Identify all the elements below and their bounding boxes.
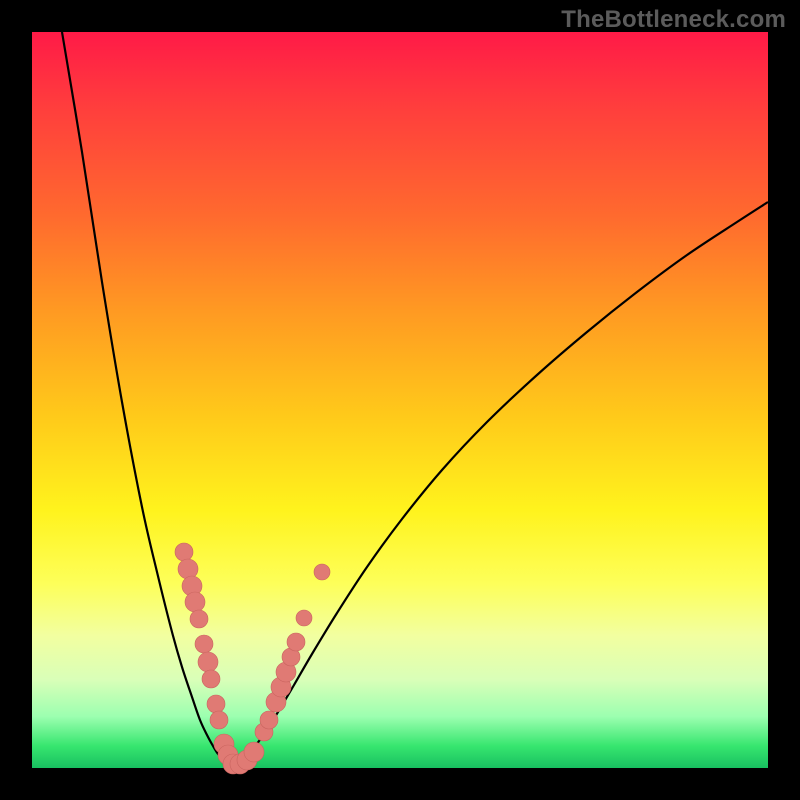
- data-marker: [190, 610, 208, 628]
- data-marker: [207, 695, 225, 713]
- watermark-text: TheBottleneck.com: [561, 6, 786, 34]
- data-marker: [202, 670, 220, 688]
- data-markers-group: [175, 543, 330, 774]
- chart-frame: TheBottleneck.com: [0, 0, 800, 800]
- data-marker: [314, 564, 330, 580]
- data-marker: [198, 652, 218, 672]
- data-marker: [178, 559, 198, 579]
- data-marker: [185, 592, 205, 612]
- plot-area: [32, 32, 768, 768]
- chart-svg: [32, 32, 768, 768]
- data-marker: [287, 633, 305, 651]
- data-marker: [210, 711, 228, 729]
- data-marker: [175, 543, 193, 561]
- curve-right-branch: [233, 202, 768, 765]
- data-marker: [244, 742, 264, 762]
- data-marker: [296, 610, 312, 626]
- data-marker: [195, 635, 213, 653]
- data-marker: [260, 711, 278, 729]
